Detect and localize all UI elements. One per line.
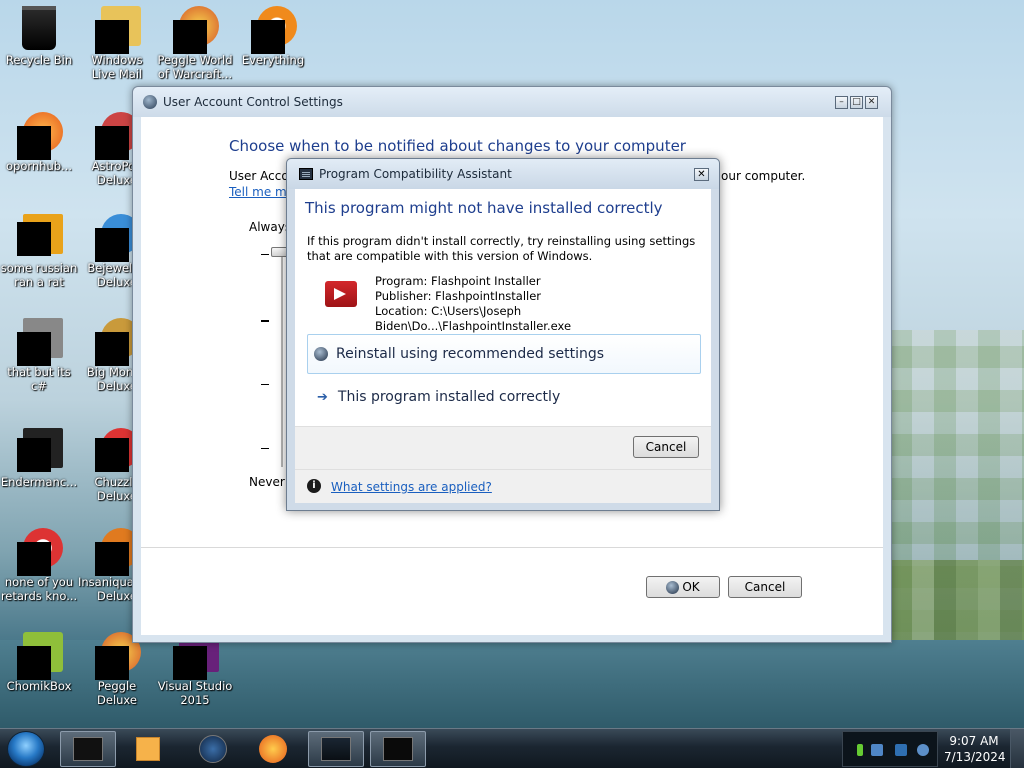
- media-player-icon: [136, 737, 160, 761]
- taskbar-uac[interactable]: [308, 731, 364, 767]
- everything-icon: [251, 6, 297, 54]
- uac-ok-label: OK: [682, 580, 700, 594]
- slider-always-label: Always: [249, 220, 292, 234]
- clock-time: 9:07 AM: [949, 734, 999, 748]
- uac-shield-icon: [143, 95, 157, 109]
- pca-window-icon: [299, 168, 313, 180]
- network-icon[interactable]: [871, 744, 883, 756]
- start-button[interactable]: [7, 731, 45, 767]
- slider-tick: [261, 320, 269, 322]
- desktop-icon-peggle-deluxe[interactable]: Peggle Deluxe: [78, 632, 156, 707]
- arrow-right-icon: ➔: [317, 389, 328, 405]
- uac-ok-button[interactable]: OK: [646, 576, 720, 598]
- taskbar-clock[interactable]: 9:07 AM 7/13/2024: [944, 733, 1006, 765]
- program-location: Location: C:\Users\Joseph Biden\Do...\Fl…: [375, 304, 572, 333]
- display-icon[interactable]: [895, 744, 907, 756]
- pca-heading: This program might not have installed co…: [305, 199, 663, 217]
- desktop-icon-recycle-bin[interactable]: Recycle Bin: [0, 6, 78, 67]
- pca-client-area: This program might not have installed co…: [295, 189, 711, 503]
- chrome-icon: [17, 528, 63, 576]
- minimize-icon[interactable]: –: [835, 96, 848, 109]
- desktop-icon-visual-studio[interactable]: Visual Studio 2015: [156, 632, 234, 707]
- taskbar-app-1[interactable]: [60, 731, 116, 767]
- desktop-icon-endermanc[interactable]: Endermanc...: [0, 428, 78, 489]
- notify-slider-track[interactable]: [281, 247, 283, 467]
- flashpoint-app-icon: [325, 281, 357, 307]
- taskbar: 9:07 AM 7/13/2024: [0, 728, 1024, 768]
- chomikbox-icon: [17, 632, 63, 680]
- desktop-icon-peggle-wow[interactable]: Peggle World of Warcraft...: [156, 6, 234, 81]
- uac-window-controls: – □ ✕: [835, 96, 878, 109]
- globe-icon: [199, 735, 227, 763]
- firefox-icon: [259, 735, 287, 763]
- installed-correctly-label: This program installed correctly: [337, 389, 561, 405]
- pca-title-bar[interactable]: Program Compatibility Assistant: [287, 159, 719, 189]
- program-details: Program: Flashpoint Installer Publisher:…: [375, 274, 711, 334]
- uac-heading: Choose when to be notified about changes…: [229, 137, 686, 155]
- close-icon[interactable]: ✕: [694, 168, 709, 181]
- slider-tick: [261, 254, 269, 255]
- uac-title-bar[interactable]: User Account Control Settings: [133, 87, 891, 117]
- settings-help-link[interactable]: What settings are applied?: [331, 480, 492, 494]
- uac-window-title: User Account Control Settings: [163, 95, 343, 109]
- pca-footer: Cancel i What settings are applied?: [295, 426, 711, 503]
- recycle-bin-icon: [22, 6, 56, 50]
- clock-date: 7/13/2024: [944, 750, 1006, 764]
- system-tray: [842, 731, 938, 767]
- program-name: Program: Flashpoint Installer: [375, 274, 541, 288]
- taskbar-firefox[interactable]: [245, 731, 301, 767]
- installed-correctly-option[interactable]: ➔ This program installed correctly: [307, 379, 701, 415]
- peggle-wow-icon: [173, 6, 219, 54]
- pca-dialog: Program Compatibility Assistant ✕ This p…: [286, 158, 720, 511]
- desktop-icon-that-but-its-csharp[interactable]: that but its c#: [0, 318, 78, 393]
- pca-title: Program Compatibility Assistant: [319, 167, 512, 181]
- show-desktop-button[interactable]: [1010, 729, 1024, 768]
- pca-intro-text: If this program didn't install correctly…: [307, 234, 696, 263]
- app-icon: [17, 214, 63, 258]
- shield-icon: [314, 347, 328, 361]
- uac-description-end: our computer.: [721, 169, 806, 183]
- desktop-icon-chomikbox[interactable]: ChomikBox: [0, 632, 78, 693]
- maximize-icon[interactable]: □: [850, 96, 863, 109]
- window-stack-icon: [17, 318, 63, 366]
- pca-icon: [383, 737, 413, 761]
- pca-cancel-button[interactable]: Cancel: [633, 436, 699, 458]
- program-publisher: Publisher: FlashpointInstaller: [375, 289, 542, 303]
- volume-icon[interactable]: [917, 744, 929, 756]
- reinstall-option[interactable]: Reinstall using recommended settings: [307, 334, 701, 374]
- signal-icon[interactable]: [857, 744, 863, 756]
- tell-me-more-link[interactable]: Tell me mo: [229, 185, 294, 199]
- desktop-icon-none-of-you[interactable]: none of you retards kno...: [0, 528, 78, 603]
- slider-tick: [261, 384, 269, 385]
- console-icon: [17, 428, 63, 472]
- desktop-icon-opornhub[interactable]: opornhub...: [0, 112, 78, 173]
- taskbar-pca[interactable]: [370, 731, 426, 767]
- firefox-icon: [17, 112, 63, 160]
- taskbar-media-player[interactable]: [120, 731, 176, 767]
- info-icon: i: [307, 479, 321, 493]
- shield-icon: [666, 580, 680, 594]
- desktop-icon-everything[interactable]: Everything: [234, 6, 312, 67]
- desktop-icon-russian-rat[interactable]: some russian ran a rat: [0, 214, 78, 289]
- mail-icon: [95, 6, 141, 54]
- uac-icon: [321, 737, 351, 761]
- desktop-icon-windows-live-mail[interactable]: Windows Live Mail: [78, 6, 156, 81]
- app-window-icon: [73, 737, 103, 761]
- uac-cancel-label: Cancel: [744, 580, 786, 594]
- uac-cancel-button[interactable]: Cancel: [728, 576, 802, 598]
- taskbar-browser-dark[interactable]: [185, 731, 241, 767]
- pca-footer-separator: [295, 469, 711, 470]
- pca-cancel-label: Cancel: [645, 440, 687, 454]
- uac-separator: [141, 547, 883, 548]
- close-icon[interactable]: ✕: [865, 96, 878, 109]
- slider-tick: [261, 448, 269, 449]
- reinstall-option-label: Reinstall using recommended settings: [336, 346, 605, 362]
